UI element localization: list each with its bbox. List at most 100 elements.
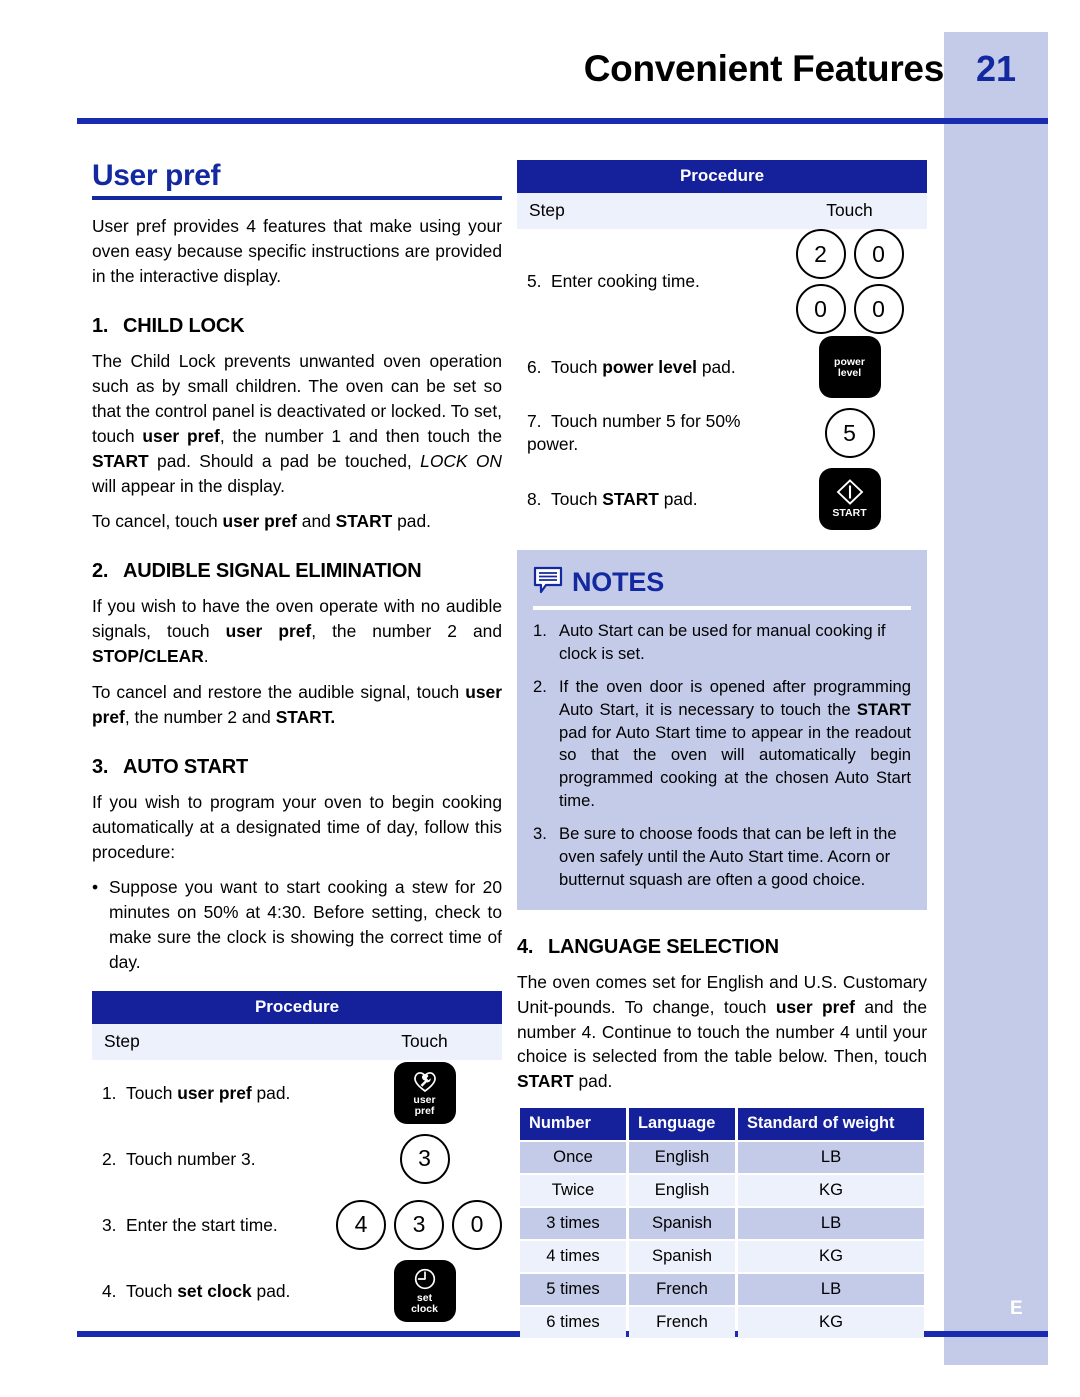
number-key-0[interactable]: 0 <box>853 229 904 279</box>
user-pref-icon <box>412 1069 438 1093</box>
child-lock-paragraph-2: To cancel, touch user pref and START pad… <box>92 511 431 532</box>
column-header-step: Step <box>529 200 565 220</box>
language-column-header: Number <box>520 1108 626 1141</box>
number-key-5[interactable]: 5 <box>824 408 875 458</box>
procedure-touch-cell: set clock <box>347 1259 502 1322</box>
page-side-tab <box>944 32 1048 1365</box>
language-table-cell: French <box>629 1307 735 1339</box>
number-key-3[interactable]: 3 <box>399 1133 450 1184</box>
number-key-0[interactable]: 0 <box>795 284 846 334</box>
language-table-row: Once English LB <box>520 1142 924 1174</box>
language-table-header-row: Number Language Standard of weight <box>520 1108 924 1141</box>
language-column-header: Language <box>629 1108 735 1141</box>
language-table-cell: KG <box>738 1175 924 1207</box>
header-rule <box>77 118 1048 124</box>
procedure-touch-cell: user pref <box>347 1061 502 1124</box>
note-item: 3. Be sure to choose foods that can be le… <box>533 823 911 892</box>
number-key-row: 20 <box>795 229 904 279</box>
language-table-cell: LB <box>738 1142 924 1174</box>
subsection-heading-auto-start: 3. AUTO START <box>92 756 502 779</box>
number-key-0[interactable]: 0 <box>853 284 904 334</box>
page-title: Convenient Features <box>583 48 945 89</box>
note-number: 2. <box>533 676 547 696</box>
subsection-heading-audible-signal: 2. AUDIBLE SIGNAL ELIMINATION <box>92 560 502 583</box>
control-pad-user[interactable]: user pref <box>393 1061 456 1124</box>
control-pad-set[interactable]: set clock <box>393 1259 456 1322</box>
number-key-2[interactable]: 2 <box>795 229 846 279</box>
procedure-touch-cell: 2000 <box>772 229 927 334</box>
column-header-touch: Touch <box>826 200 873 220</box>
language-table-row: 5 times French LB <box>520 1274 924 1306</box>
procedure-row: 7. Touch number 5 for 50% power. 5 <box>517 400 927 466</box>
language-table-cell: 3 times <box>520 1208 626 1240</box>
subsection-number: 2. <box>92 560 109 583</box>
column-header-step: Step <box>104 1030 140 1051</box>
procedure-step-number: 7. <box>527 411 542 432</box>
set-clock-icon <box>413 1267 437 1291</box>
note-text: Auto Start can be used for manual cookin… <box>559 621 886 663</box>
procedure-step-text: 6. Touch power level pad. <box>527 356 736 377</box>
note-item: 1. Auto Start can be used for manual cook… <box>533 620 911 666</box>
page-number: 21 <box>975 48 1017 89</box>
procedure-touch-cell: 3 <box>347 1133 502 1184</box>
procedure-step-number: 1. <box>102 1082 117 1103</box>
left-column: User pref User pref provides 4 features … <box>92 159 503 1324</box>
language-table-cell: KG <box>738 1307 924 1339</box>
procedure-touch-cell: 430 <box>336 1199 502 1250</box>
procedure-step-text: 8. Touch START pad. <box>527 488 698 509</box>
language-table-row: 4 times Spanish KG <box>520 1241 924 1273</box>
side-edition-letter: E <box>1010 1298 1023 1319</box>
subsection-number: 1. <box>92 315 109 338</box>
language-table-cell: LB <box>738 1208 924 1240</box>
start-diamond-icon <box>835 478 865 506</box>
control-pad-label: START <box>832 507 867 520</box>
language-table-body: Once English LB Twice English KG 3 times Spanis… <box>520 1142 924 1339</box>
subsection-label: LANGUAGE SELECTION <box>548 935 779 958</box>
page-header: Convenient Features 21 <box>0 48 1048 90</box>
procedure-step-number: 6. <box>527 356 542 377</box>
procedure-step-number: 2. <box>102 1148 117 1169</box>
procedure-column-headers: Step Touch <box>92 1023 502 1060</box>
language-table-row: 3 times Spanish LB <box>520 1208 924 1240</box>
number-key-3[interactable]: 3 <box>394 1199 444 1250</box>
number-key-row: 00 <box>795 284 904 334</box>
procedure-step-text: 7. Touch number 5 for 50% power. <box>527 411 741 454</box>
language-table-cell: Twice <box>520 1175 626 1207</box>
speech-bubble-icon <box>533 566 563 599</box>
intro-paragraph: User pref provides 4 features that make … <box>92 216 502 287</box>
procedure-step-text: 5. Enter cooking time. <box>527 271 700 292</box>
procedure-row: 1. Touch user pref pad. user pref <box>92 1060 502 1126</box>
subsection-label: AUTO START <box>123 755 249 778</box>
control-pad-power[interactable]: power level <box>818 336 881 398</box>
procedure-step-text: 4. Touch set clock pad. <box>102 1280 291 1301</box>
control-pad-label: power level <box>834 355 865 379</box>
auto-start-paragraph-1: If you wish to program your oven to begi… <box>92 791 502 862</box>
section-title-user-pref: User pref <box>92 159 221 192</box>
language-table-cell: 5 times <box>520 1274 626 1306</box>
auto-start-bullet: • Suppose you want to start cooking a st… <box>92 875 502 975</box>
subsection-number: 3. <box>92 755 109 778</box>
audible-paragraph-1: If you wish to have the oven operate wit… <box>92 596 502 667</box>
subsection-number: 4. <box>517 935 534 958</box>
procedure-table-right: Procedure Step Touch 5. Enter cooking tim… <box>517 160 927 532</box>
number-key-4[interactable]: 4 <box>336 1199 386 1250</box>
language-paragraph: The oven comes set for English and U.S. … <box>517 971 928 1092</box>
number-key-group: 3 <box>399 1133 450 1184</box>
procedure-step-text: 3. Enter the start time. <box>102 1214 278 1235</box>
notes-header: NOTES <box>533 566 911 599</box>
note-number: 1. <box>533 621 547 640</box>
control-pad-start[interactable]: START <box>818 468 881 530</box>
subsection-label: AUDIBLE SIGNAL ELIMINATION <box>123 560 422 583</box>
procedure-row: 8. Touch START pad. START <box>517 466 927 532</box>
procedure-step-text: 1. Touch user pref pad. <box>102 1082 291 1103</box>
language-table-row: Twice English KG <box>520 1175 924 1207</box>
language-table-row: 6 times French KG <box>520 1307 924 1339</box>
language-table-cell: 4 times <box>520 1241 626 1273</box>
child-lock-paragraph-1: The Child Lock prevents unwanted oven op… <box>92 351 503 496</box>
procedure-row: 6. Touch power level pad. power level <box>517 334 927 400</box>
notes-rule <box>533 606 911 610</box>
number-key-0[interactable]: 0 <box>452 1199 502 1250</box>
notes-box: NOTES 1. Auto Start can be used for manua… <box>517 550 927 910</box>
procedure-step-number: 4. <box>102 1280 117 1301</box>
procedure-row: 5. Enter cooking time. 2 0 0 0 <box>517 229 927 334</box>
